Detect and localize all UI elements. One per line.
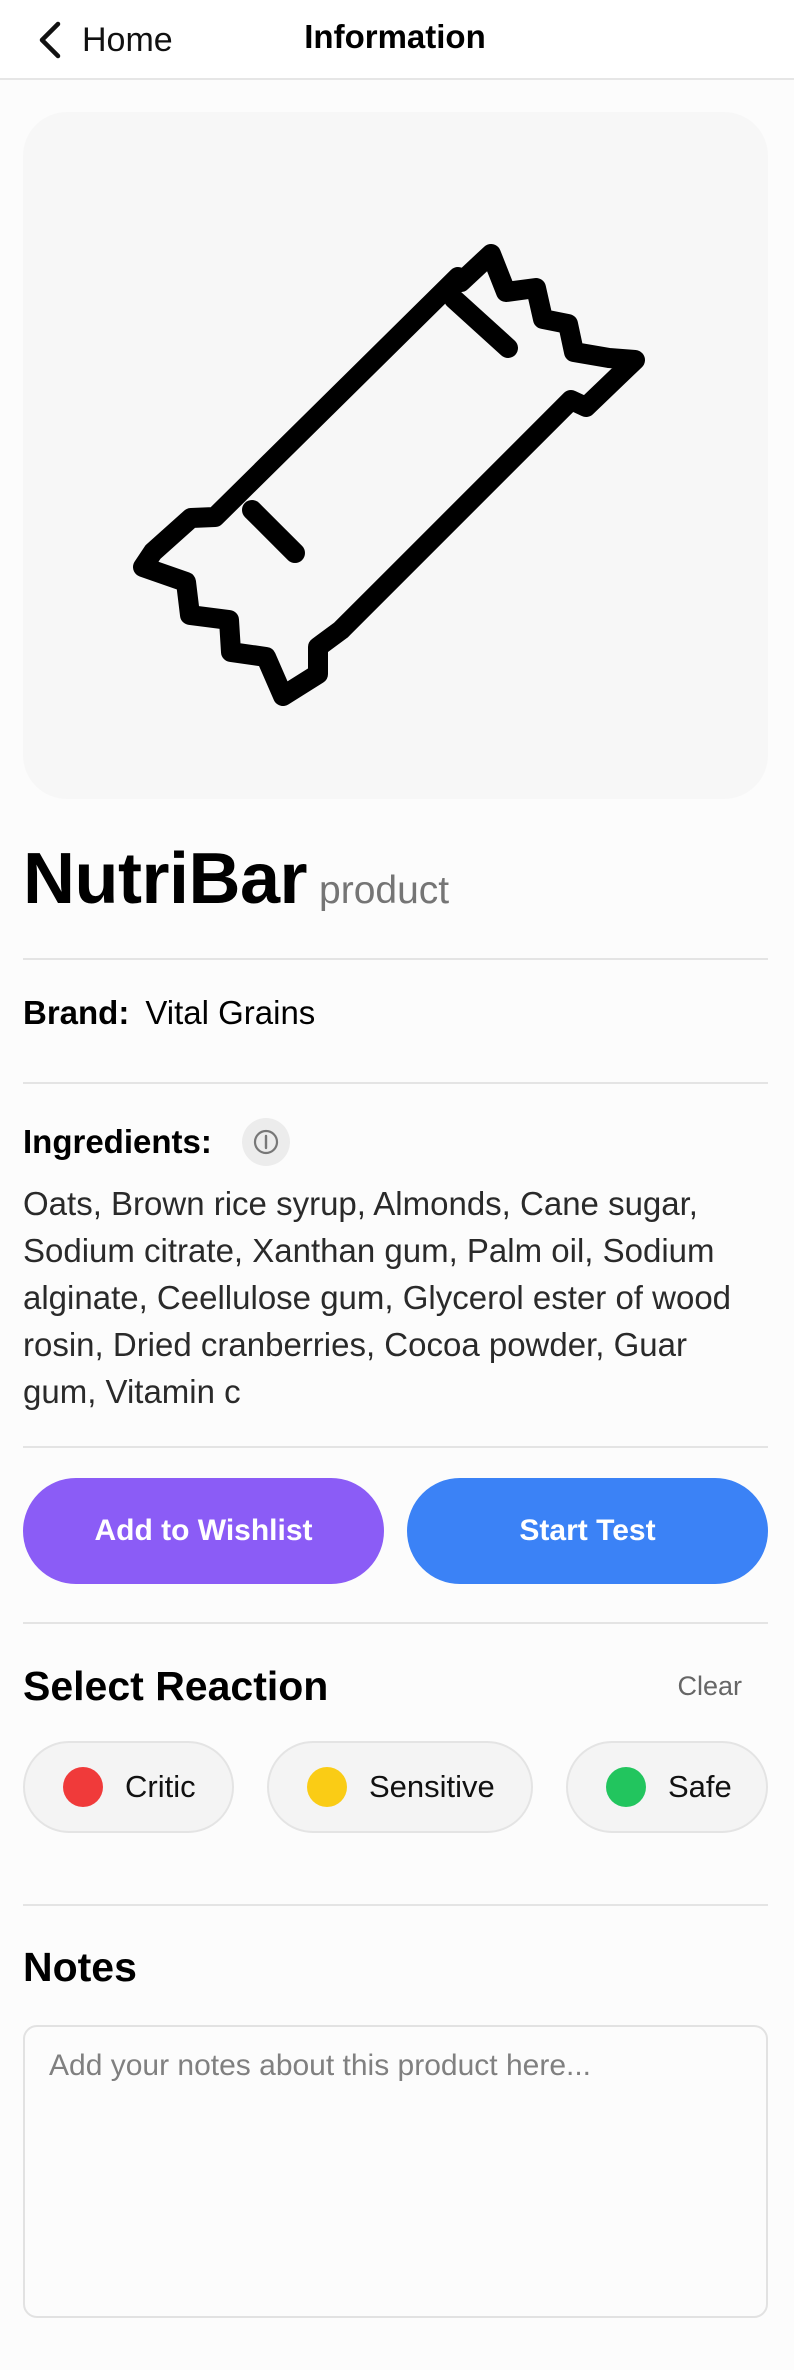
info-icon (253, 1129, 278, 1155)
reaction-option-sensitive[interactable]: Sensitive (267, 1741, 533, 1833)
ingredients-header: Ingredients: (23, 1118, 290, 1166)
clear-reaction-button[interactable]: Clear (677, 1671, 742, 1702)
divider (23, 958, 768, 960)
top-nav-bar: Home Information (0, 0, 794, 80)
product-kind-label: product (319, 869, 450, 912)
green-dot-icon (606, 1767, 646, 1807)
snack-bar-icon (133, 244, 645, 706)
reaction-option-label: Critic (125, 1769, 196, 1804)
info-button[interactable] (241, 1118, 290, 1166)
ingredients-list: Oats, Brown rice syrup, Almonds, Cane su… (23, 1185, 732, 1410)
select-reaction-title: Select Reaction (23, 1663, 329, 1709)
reaction-option-safe[interactable]: Safe (566, 1741, 768, 1833)
product-header: NutriBar product (23, 838, 449, 920)
start-test-button[interactable]: Start Test (407, 1478, 768, 1584)
brand-label: Brand: (23, 994, 130, 1031)
red-dot-icon (63, 1767, 103, 1807)
yellow-dot-icon (307, 1767, 347, 1807)
add-to-wishlist-button[interactable]: Add to Wishlist (23, 1478, 384, 1584)
reaction-option-label: Sensitive (369, 1769, 495, 1804)
divider (23, 1904, 768, 1906)
ingredients-label: Ingredients: (23, 1123, 212, 1160)
divider (23, 1622, 768, 1624)
divider (23, 1082, 768, 1084)
reaction-option-label: Safe (668, 1769, 732, 1804)
page-title: Information (304, 18, 486, 55)
brand-value: Vital Grains (145, 994, 316, 1031)
reaction-option-critic[interactable]: Critic (23, 1741, 234, 1833)
product-image (23, 112, 768, 799)
brand-row: Brand: Vital Grains (23, 994, 315, 1032)
notes-title: Notes (23, 1944, 137, 1990)
notes-input[interactable] (23, 2025, 768, 2318)
divider (23, 1446, 768, 1448)
product-name: NutriBar (23, 839, 308, 919)
